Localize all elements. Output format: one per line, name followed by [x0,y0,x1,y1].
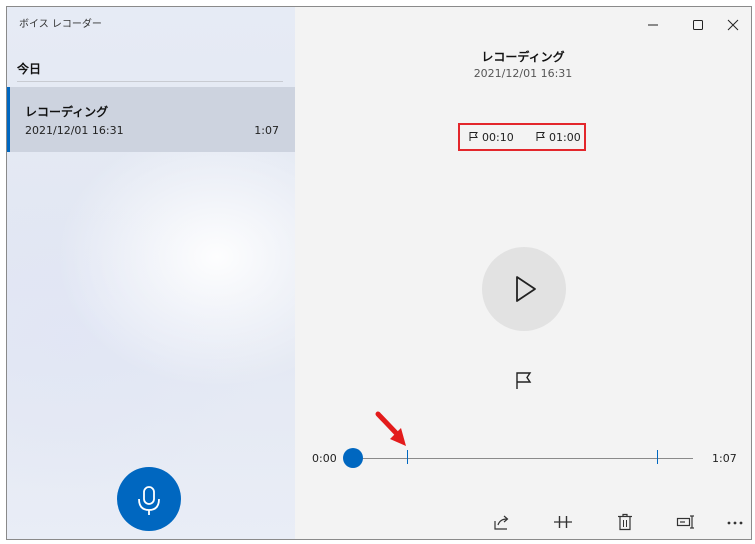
seek-bar[interactable] [349,458,693,459]
close-icon [727,19,739,31]
microphone-icon [138,486,160,515]
recording-duration: 1:07 [254,124,279,137]
share-icon [494,515,509,530]
flag-icon [516,372,532,389]
recording-name: レコーディング [25,105,109,119]
minimize-button[interactable] [638,13,668,37]
add-marker-button[interactable] [513,369,535,391]
trim-button[interactable] [553,513,573,531]
record-button[interactable] [117,467,181,531]
close-button[interactable] [718,13,748,37]
flag-icon [536,132,545,141]
seek-thumb[interactable] [343,448,363,468]
markers-highlight-box: 00:10 01:00 [458,123,586,151]
minimize-icon [648,24,658,26]
trash-icon [618,513,632,531]
rename-icon [676,515,694,529]
trim-icon [554,516,572,528]
marker-tick [407,450,408,464]
playback-pane: レコーディング 2021/12/01 16:31 00:10 01:00 0:0… [295,7,751,539]
marker-time: 00:10 [482,131,514,144]
recordings-pane: ボイス レコーダー 今日 レコーディング 2021/12/01 16:31 1:… [7,7,295,539]
delete-button[interactable] [615,513,635,531]
flag-icon [469,132,478,141]
rename-button[interactable] [676,513,696,531]
maximize-icon [693,20,703,30]
marker-button-2[interactable]: 01:00 [535,131,581,144]
app-title: ボイス レコーダー [19,19,102,30]
more-options-button[interactable] [725,513,745,531]
recording-date: 2021/12/01 16:31 [25,124,124,137]
more-icon [727,521,743,525]
current-time: 0:00 [312,452,337,465]
share-button[interactable] [492,513,512,531]
section-divider [17,81,283,82]
maximize-button[interactable] [683,13,713,37]
recording-title: レコーディング [481,50,565,64]
selection-indicator [7,87,10,152]
play-icon [516,276,536,302]
marker-tick [657,450,658,464]
total-time: 1:07 [712,452,737,465]
recording-list-item[interactable]: レコーディング 2021/12/01 16:31 1:07 [7,87,295,152]
section-header-today: 今日 [17,62,42,76]
recording-datetime: 2021/12/01 16:31 [473,67,573,80]
marker-time: 01:00 [549,131,581,144]
voice-recorder-window: ボイス レコーダー 今日 レコーディング 2021/12/01 16:31 1:… [6,6,752,540]
play-button[interactable] [482,247,566,331]
red-arrow-annotation [375,411,406,446]
marker-button-1[interactable]: 00:10 [468,131,514,144]
